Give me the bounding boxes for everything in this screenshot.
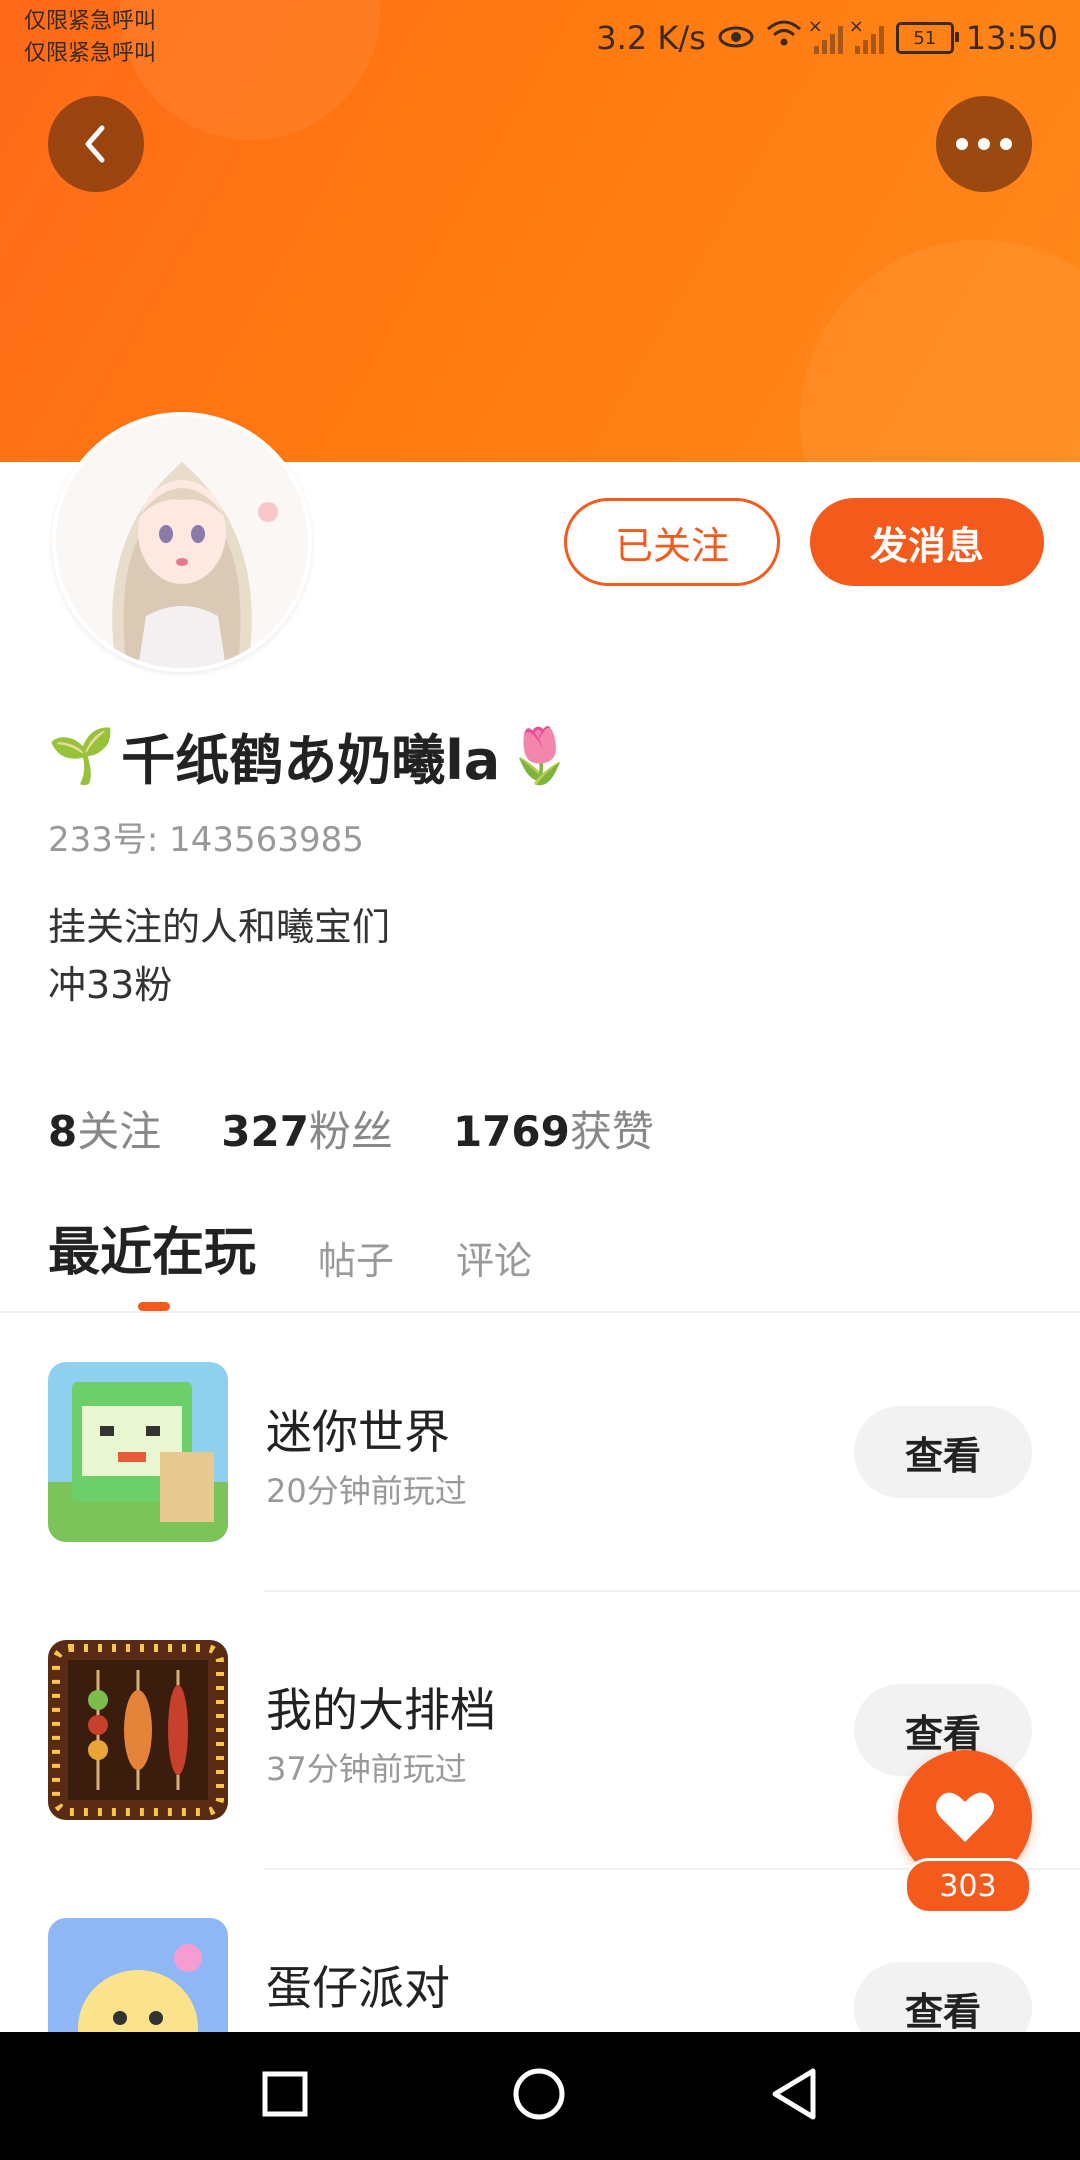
username-text: 千纸鹤あ奶曦la [121, 729, 501, 792]
circle-icon [513, 2068, 565, 2120]
stat-value: 327 [221, 1107, 309, 1156]
stat-label: 获赞 [569, 1107, 654, 1156]
profile-stats: 8关注 327粉丝 1769获赞 [48, 1098, 654, 1159]
wifi-icon [766, 19, 802, 57]
list-item[interactable]: 迷你世界 20分钟前玩过 查看 [0, 1314, 1080, 1592]
stat-label: 关注 [77, 1107, 162, 1156]
recent-games-list: 迷你世界 20分钟前玩过 查看 我的大排档 37分钟前玩过 查看 蛋仔派对 查看 [0, 1314, 1080, 2148]
emergency-call-text: 仅限紧急呼叫 [24, 41, 157, 66]
stat-value: 8 [48, 1107, 78, 1156]
game-name: 迷你世界 [266, 1405, 450, 1459]
battery-level: 51 [913, 27, 937, 49]
more-dots-icon [956, 138, 1012, 150]
active-tab-indicator [138, 1302, 170, 1311]
signal-icon: × [808, 16, 843, 54]
following-stat[interactable]: 8关注 [48, 1098, 161, 1159]
battery-icon: 51 [895, 22, 959, 54]
game-name: 我的大排档 [266, 1683, 496, 1737]
avatar[interactable] [52, 412, 312, 672]
user-id[interactable]: 233号: 143563985 [48, 812, 364, 861]
game-icon-mini-world [48, 1362, 228, 1542]
bio: 挂关注的人和曦宝们 冲33粉 [48, 898, 390, 1014]
send-message-button[interactable]: 发消息 [810, 498, 1044, 586]
divider [0, 1311, 1080, 1313]
followers-stat[interactable]: 327粉丝 [221, 1098, 393, 1159]
tulip-icon: 🌷 [506, 723, 574, 787]
heart-icon [936, 1792, 994, 1842]
eye-icon [718, 19, 754, 57]
tab-posts[interactable]: 帖子 [318, 1230, 394, 1285]
square-icon [262, 2071, 308, 2117]
signal-icon: × [849, 16, 884, 54]
back-button[interactable] [48, 96, 144, 192]
tab-comments[interactable]: 评论 [456, 1230, 532, 1285]
system-navigation-bar [0, 2032, 1080, 2160]
game-icon-food-stall [48, 1640, 228, 1820]
followed-button[interactable]: 已关注 [564, 498, 780, 586]
view-button[interactable]: 查看 [854, 1406, 1032, 1498]
game-name: 蛋仔派对 [266, 1961, 450, 2015]
tab-recently-played[interactable]: 最近在玩 [48, 1210, 257, 1311]
last-played-time: 20分钟前玩过 [266, 1472, 467, 1510]
seedling-icon: 🌱 [48, 723, 116, 787]
stat-value: 1769 [452, 1107, 570, 1156]
back-nav-button[interactable] [769, 2067, 819, 2125]
username: 🌱 千纸鹤あ奶曦la 🌷 [48, 716, 573, 795]
likes-stat[interactable]: 1769获赞 [453, 1098, 654, 1159]
bio-line: 挂关注的人和曦宝们 [48, 905, 391, 949]
tab-label: 最近在玩 [48, 1223, 257, 1283]
chevron-left-icon [85, 125, 105, 163]
bio-line: 冲33粉 [48, 963, 173, 1007]
home-button[interactable] [512, 2067, 566, 2125]
clock: 13:50 [965, 19, 1058, 57]
status-bar: 仅限紧急呼叫 仅限紧急呼叫 3.2 K/s × × 51 13:50 [0, 0, 1080, 76]
stat-label: 粉丝 [308, 1107, 393, 1156]
triangle-back-icon [772, 2068, 816, 2120]
recent-apps-button[interactable] [261, 2070, 309, 2122]
profile-tabs: 最近在玩 帖子 评论 [48, 1210, 532, 1311]
last-played-time: 37分钟前玩过 [266, 1750, 467, 1788]
more-button[interactable] [936, 96, 1032, 192]
network-speed: 3.2 K/s [596, 19, 706, 57]
like-count-badge: 303 [904, 1858, 1032, 1914]
emergency-call-text: 仅限紧急呼叫 [24, 9, 157, 34]
